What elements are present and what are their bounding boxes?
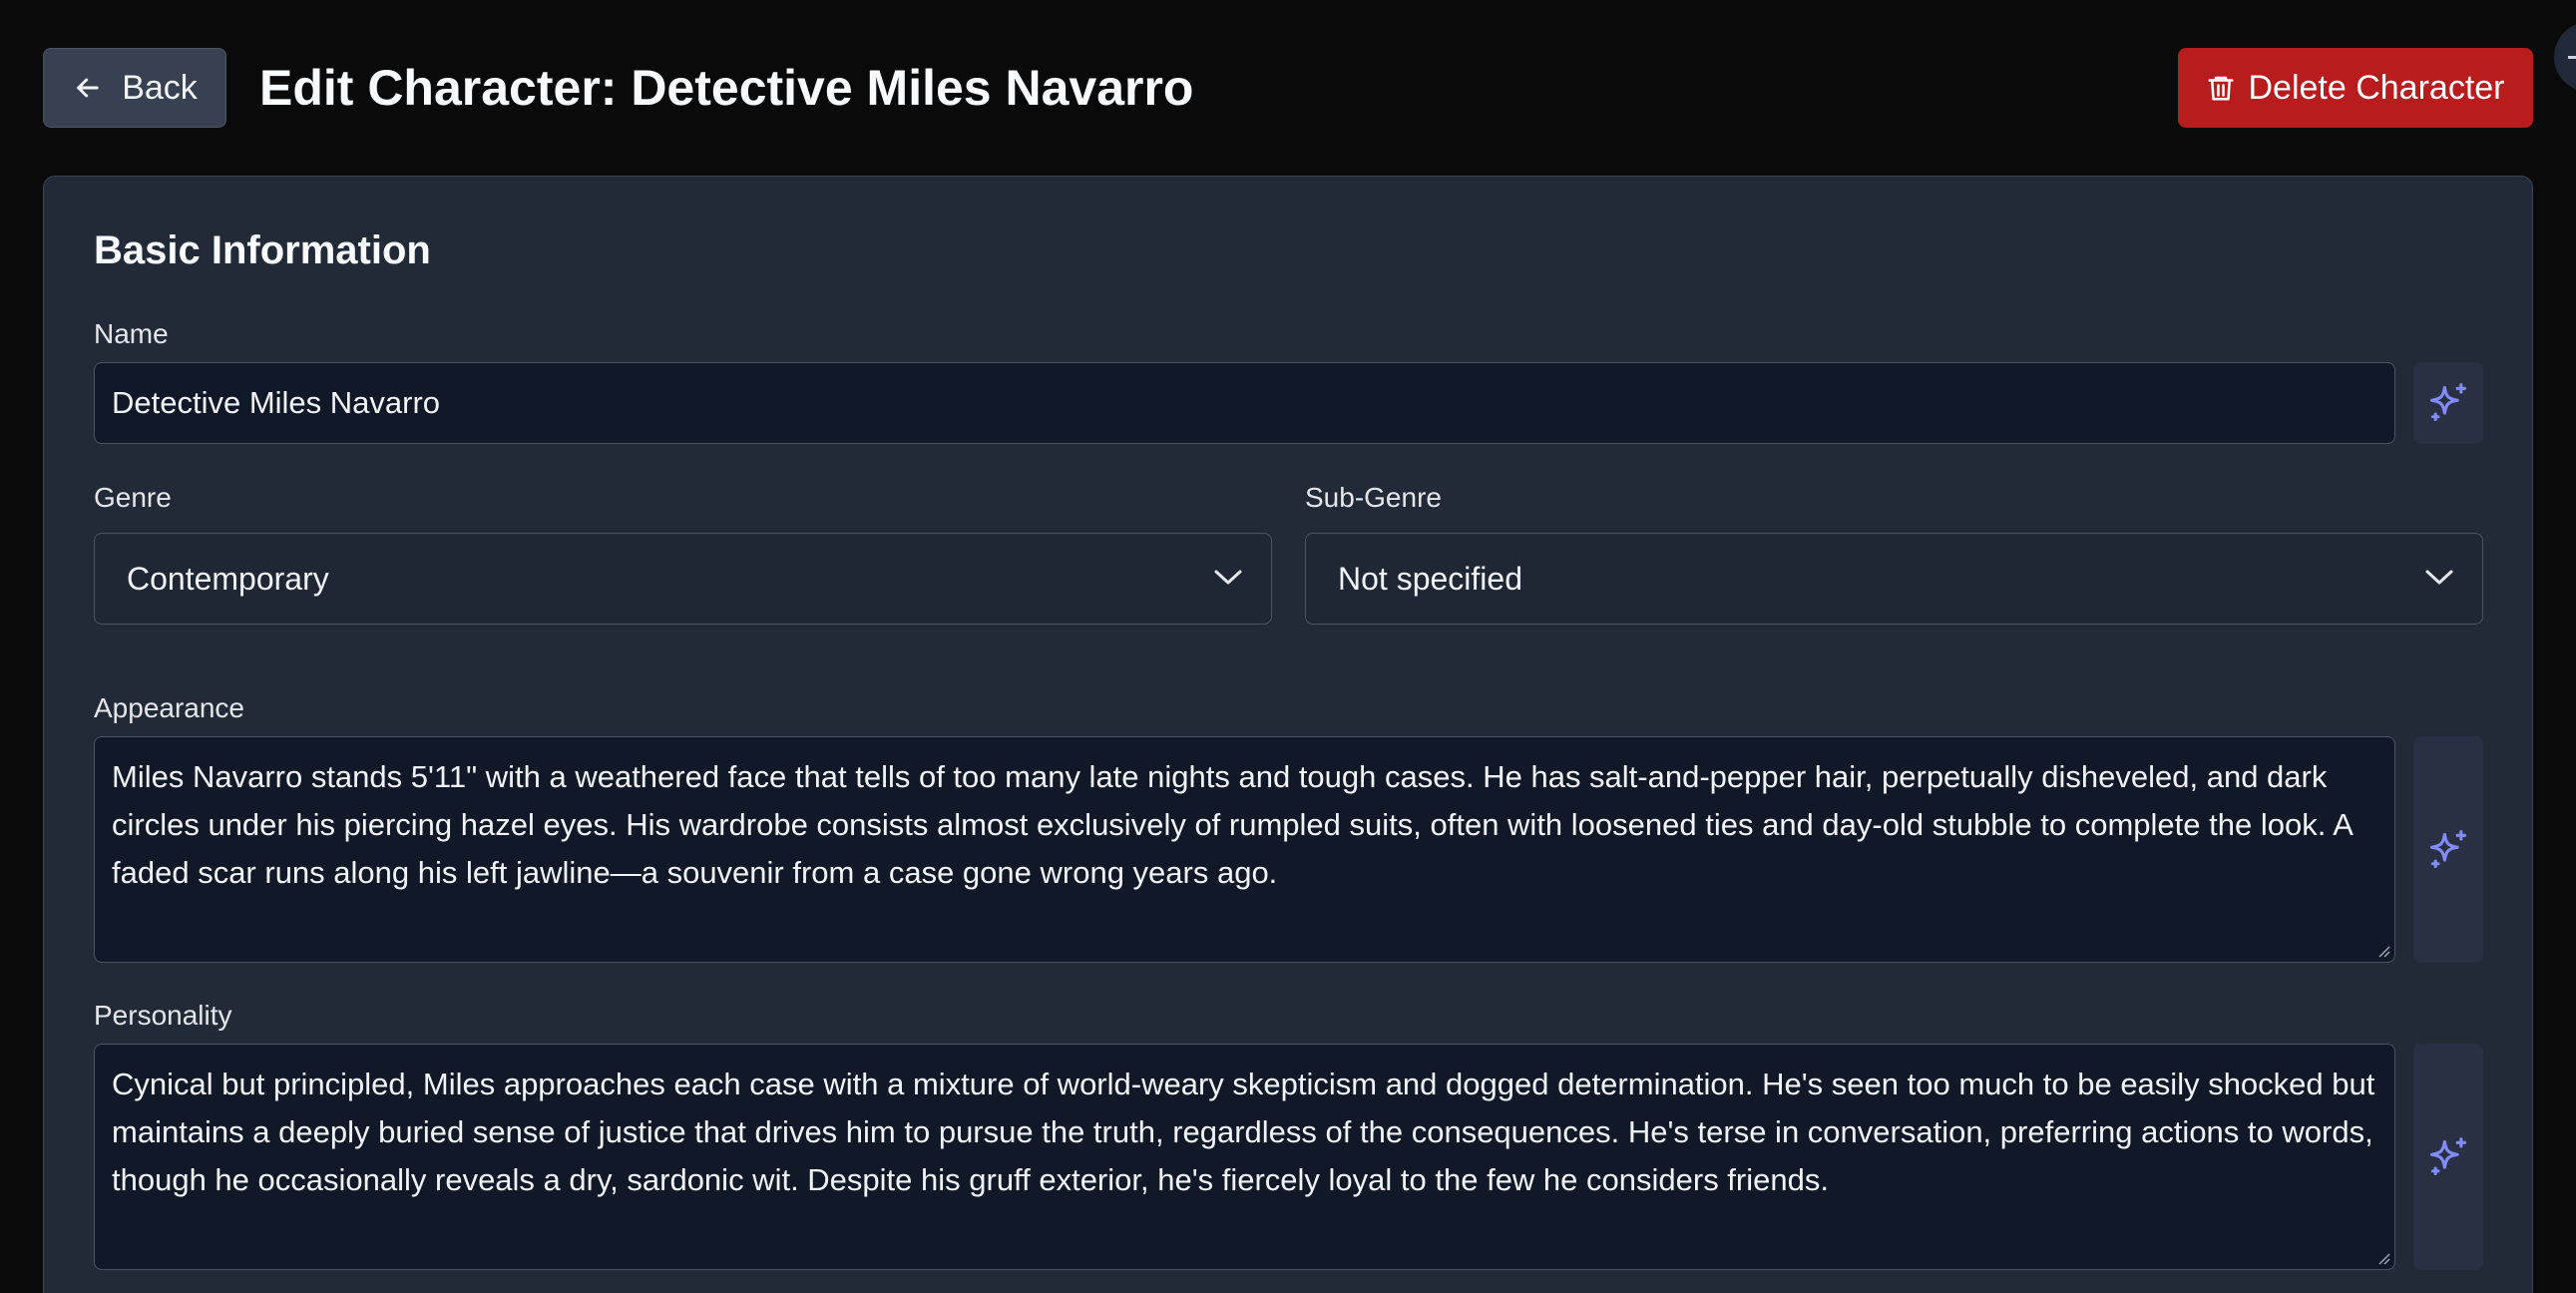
page-title: Edit Character: Detective Miles Navarro [259,60,1194,116]
name-input-value: Detective Miles Navarro [112,385,441,420]
sub-genre-select-value: Not specified [1338,560,1522,597]
sparkles-icon [2429,1136,2467,1175]
chevron-down-icon [2425,570,2453,585]
appearance-textarea-value: Miles Navarro stands 5'11" with a weathe… [112,759,2353,890]
arrow-left-icon [77,78,100,98]
generate-appearance-button[interactable] [2413,736,2483,963]
basic-information-card: Basic Information Name Detective Miles N… [43,176,2533,1293]
appearance-label: Appearance [94,692,245,723]
sparkles-icon [2429,829,2467,868]
genre-select-value: Contemporary [127,560,329,597]
resize-handle-icon[interactable] [2376,1251,2390,1265]
section-title: Basic Information [94,228,431,272]
floating-action-button[interactable] [2554,22,2576,92]
page-header: Back Edit Character: Detective Miles Nav… [0,0,2576,170]
sub-genre-label: Sub-Genre [1305,482,1442,513]
genre-select[interactable]: Contemporary [94,533,1272,625]
minus-icon [2568,56,2576,59]
appearance-textarea[interactable]: Miles Navarro stands 5'11" with a weathe… [94,736,2395,963]
back-button-label: Back [122,68,198,107]
edit-character-page: Back Edit Character: Detective Miles Nav… [0,0,2576,1293]
name-input[interactable]: Detective Miles Navarro [94,362,2395,444]
delete-character-label: Delete Character [2248,68,2505,107]
resize-handle-icon[interactable] [2376,944,2390,958]
name-label: Name [94,318,169,349]
sub-genre-select[interactable]: Not specified [1305,533,2483,625]
sparkles-icon [2429,383,2467,422]
trash-icon [2208,76,2234,101]
personality-label: Personality [94,1000,232,1031]
personality-textarea[interactable]: Cynical but principled, Miles approaches… [94,1044,2395,1270]
back-button[interactable]: Back [43,48,226,128]
chevron-down-icon [1214,570,1242,585]
genre-label: Genre [94,482,172,513]
delete-character-button[interactable]: Delete Character [2178,48,2533,128]
generate-name-button[interactable] [2413,362,2483,444]
personality-textarea-value: Cynical but principled, Miles approaches… [112,1067,2375,1197]
generate-personality-button[interactable] [2413,1044,2483,1270]
